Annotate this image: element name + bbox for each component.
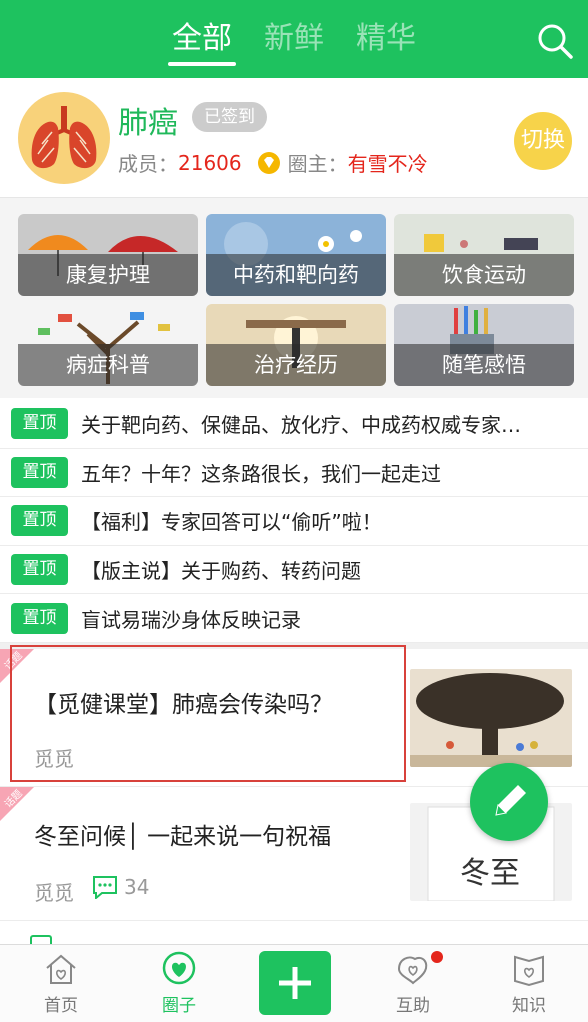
pinned-item[interactable]: 置顶 关于靶向药、保健品、放化疗、中成药权威专家… [0, 400, 588, 449]
pinned-badge: 置顶 [11, 456, 68, 488]
pinned-item[interactable]: 置顶 【福利】专家回答可以“偷听”啦！ [0, 497, 588, 546]
pinned-badge: 置顶 [11, 602, 68, 634]
pinned-badge: 置顶 [11, 505, 68, 537]
notification-dot [431, 951, 443, 963]
feed-tabs: 全部 新鲜 精华 [0, 0, 588, 78]
group-meta: 成员： 21606 圈主： 有雪不冷 [118, 148, 428, 177]
pinned-item[interactable]: 置顶 五年？十年？这条路很长，我们一起走过 [0, 449, 588, 498]
post-title: 【觅健课堂】肺癌会传染吗？ [34, 692, 333, 718]
post-author[interactable]: 觅觅 [34, 877, 74, 906]
post-title: 冬至问候│ 一起来说一句祝福 [34, 824, 332, 850]
category-label: 治疗经历 [206, 344, 386, 386]
comment-number: 34 [124, 875, 150, 899]
switch-group-button[interactable]: 切换 [514, 112, 572, 170]
post-author[interactable]: 觅觅 [34, 743, 74, 772]
help-heart-icon [397, 956, 428, 985]
home-icon [46, 954, 76, 984]
pencil-icon [495, 785, 526, 816]
top-bar: 全部 新鲜 精华 [0, 0, 588, 78]
category-grid: 康复护理 中药和靶向药 饮食运动 病症科普 治疗经历 随笔感悟 [0, 198, 588, 398]
svg-text:冬至: 冬至 [460, 856, 520, 891]
compose-button[interactable] [470, 763, 548, 841]
category-essays[interactable]: 随笔感悟 [394, 304, 574, 386]
category-label: 康复护理 [18, 254, 198, 296]
comment-icon [93, 876, 117, 899]
pinned-title: 五年？十年？这条路很长，我们一起走过 [81, 461, 441, 486]
category-rehab-care[interactable]: 康复护理 [18, 214, 198, 296]
topic-ribbon-icon: 话题 [0, 649, 34, 683]
list-item-partial [0, 921, 588, 947]
topic-ribbon-icon: 话题 [0, 787, 34, 821]
category-label: 病症科普 [18, 344, 198, 386]
owner-label: 圈主： [287, 152, 348, 176]
nav-mutual-help[interactable]: 互助 [354, 945, 472, 1022]
owner-name[interactable]: 有雪不冷 [348, 148, 428, 177]
nav-label: 知识 [512, 996, 546, 1016]
category-tcm-targeted[interactable]: 中药和靶向药 [206, 214, 386, 296]
nav-circle[interactable]: 圈子 [120, 945, 238, 1022]
nav-label: 互助 [396, 996, 430, 1016]
pinned-list: 置顶 关于靶向药、保健品、放化疗、中成药权威专家… 置顶 五年？十年？这条路很长… [0, 400, 588, 643]
members-label: 成员： [118, 152, 178, 176]
category-label: 中药和靶向药 [206, 254, 386, 296]
lungs-icon [31, 106, 97, 169]
circle-heart-icon [162, 951, 196, 985]
pinned-badge: 置顶 [11, 408, 68, 440]
pinned-title: 关于靶向药、保健品、放化疗、中成药权威专家… [81, 413, 521, 438]
members-count: 21606 [178, 150, 242, 175]
tree-illustration-image [410, 669, 572, 767]
nav-label: 首页 [44, 996, 78, 1016]
comment-count: 34 [92, 875, 149, 899]
knowledge-icon [514, 955, 544, 987]
pinned-badge: 置顶 [11, 554, 68, 586]
pinned-title: 【版主说】关于购药、转药问题 [81, 559, 361, 584]
tab-fresh[interactable]: 新鲜 [262, 0, 326, 78]
pinned-title: 盲试易瑞沙身体反映记录 [81, 607, 301, 632]
nav-home[interactable]: 首页 [2, 945, 120, 1022]
pinned-item[interactable]: 置顶 【版主说】关于购药、转药问题 [0, 546, 588, 595]
nav-knowledge[interactable]: 知识 [470, 945, 588, 1022]
diamond-icon [257, 151, 280, 174]
group-header: 肺癌 已签到 成员： 21606 圈主： 有雪不冷 切换 [0, 78, 588, 198]
group-name: 肺癌 [118, 106, 178, 141]
pinned-title: 【福利】专家回答可以“偷听”啦！ [81, 510, 382, 535]
group-avatar[interactable] [18, 92, 110, 184]
post-thumbnail [410, 669, 572, 767]
category-disease-science[interactable]: 病症科普 [18, 304, 198, 386]
category-diet-exercise[interactable]: 饮食运动 [394, 214, 574, 296]
tab-featured[interactable]: 精华 [354, 0, 418, 78]
pinned-item[interactable]: 置顶 盲试易瑞沙身体反映记录 [0, 594, 588, 643]
plus-icon [279, 967, 311, 999]
category-label: 随笔感悟 [394, 344, 574, 386]
search-icon[interactable] [536, 22, 574, 60]
add-post-button[interactable] [259, 951, 331, 1015]
category-treatment-experience[interactable]: 治疗经历 [206, 304, 386, 386]
checked-in-badge: 已签到 [192, 102, 267, 132]
nav-label: 圈子 [162, 996, 196, 1016]
category-label: 饮食运动 [394, 254, 574, 296]
bottom-nav: 首页 圈子 互助 知识 [0, 944, 588, 1022]
tab-all[interactable]: 全部 [168, 0, 236, 78]
